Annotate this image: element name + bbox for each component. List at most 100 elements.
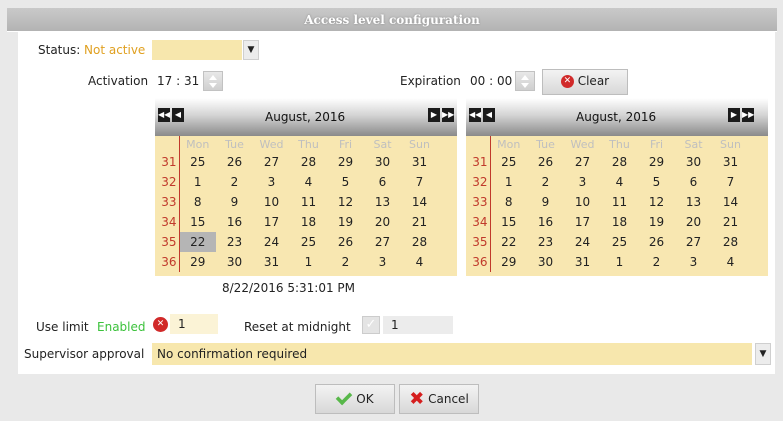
- prev-year-icon[interactable]: ◀◀: [158, 108, 170, 122]
- calendar-day[interactable]: 11: [290, 192, 327, 212]
- use-limit-input[interactable]: 1: [170, 314, 218, 334]
- calendar-day[interactable]: 30: [216, 252, 253, 272]
- calendar-day[interactable]: 1: [290, 252, 327, 272]
- calendar-day[interactable]: 1: [179, 172, 216, 192]
- calendar-day[interactable]: 23: [527, 232, 564, 252]
- calendar-day[interactable]: 1: [601, 252, 638, 272]
- calendar-day[interactable]: 29: [638, 152, 675, 172]
- calendar-day[interactable]: 28: [290, 152, 327, 172]
- calendar-day[interactable]: 20: [364, 212, 401, 232]
- calendar-day[interactable]: 25: [179, 152, 216, 172]
- status-dropdown[interactable]: [152, 40, 242, 60]
- calendar-day[interactable]: 4: [290, 172, 327, 192]
- calendar-day[interactable]: 19: [327, 212, 364, 232]
- calendar-day[interactable]: 28: [401, 232, 438, 252]
- calendar-day[interactable]: 24: [564, 232, 601, 252]
- calendar-day[interactable]: 23: [216, 232, 253, 252]
- calendar-day[interactable]: 2: [216, 172, 253, 192]
- calendar-day[interactable]: 25: [490, 152, 527, 172]
- calendar-day[interactable]: 30: [527, 252, 564, 272]
- calendar-day[interactable]: 3: [364, 252, 401, 272]
- calendar-day[interactable]: 14: [401, 192, 438, 212]
- calendar-day[interactable]: 15: [490, 212, 527, 232]
- reset-checkbox-icon[interactable]: ✓: [362, 316, 380, 334]
- calendar-day[interactable]: 4: [712, 252, 749, 272]
- calendar-day[interactable]: 10: [253, 192, 290, 212]
- calendar-day[interactable]: 21: [712, 212, 749, 232]
- calendar-day[interactable]: 16: [527, 212, 564, 232]
- calendar-day[interactable]: 9: [527, 192, 564, 212]
- prev-month-icon[interactable]: ◀: [172, 108, 184, 122]
- status-dropdown-arrow-icon[interactable]: ▼: [243, 40, 259, 60]
- calendar-day[interactable]: 26: [638, 232, 675, 252]
- spin-up-icon[interactable]: [209, 75, 217, 80]
- calendar-day[interactable]: 27: [364, 232, 401, 252]
- use-limit-toggle-icon[interactable]: ✕: [153, 317, 168, 332]
- spin-down-icon[interactable]: [521, 83, 529, 88]
- calendar-day[interactable]: 20: [675, 212, 712, 232]
- clear-button[interactable]: ✕ Clear: [542, 69, 628, 95]
- supervisor-dropdown-arrow-icon[interactable]: ▼: [755, 343, 771, 365]
- calendar-day[interactable]: 31: [401, 152, 438, 172]
- calendar-day[interactable]: 10: [564, 192, 601, 212]
- activation-time[interactable]: 17 : 31: [157, 74, 199, 88]
- calendar-day[interactable]: 19: [638, 212, 675, 232]
- next-month-icon[interactable]: ▶: [728, 108, 740, 122]
- calendar-day[interactable]: 29: [179, 252, 216, 272]
- calendar-day[interactable]: 17: [253, 212, 290, 232]
- calendar-day[interactable]: 13: [364, 192, 401, 212]
- calendar-day[interactable]: 28: [712, 232, 749, 252]
- calendar-day[interactable]: 3: [253, 172, 290, 192]
- expiration-spinner[interactable]: [515, 71, 535, 91]
- calendar-day[interactable]: 13: [675, 192, 712, 212]
- calendar-day[interactable]: 31: [564, 252, 601, 272]
- calendar-day[interactable]: 29: [327, 152, 364, 172]
- calendar-day[interactable]: 4: [401, 252, 438, 272]
- calendar-day[interactable]: 8: [490, 192, 527, 212]
- cancel-button[interactable]: ✖ Cancel: [399, 384, 479, 414]
- ok-button[interactable]: OK: [315, 384, 395, 414]
- calendar-day[interactable]: 30: [675, 152, 712, 172]
- calendar-day[interactable]: 15: [179, 212, 216, 232]
- calendar-day[interactable]: 27: [564, 152, 601, 172]
- calendar-day[interactable]: 17: [564, 212, 601, 232]
- calendar-day[interactable]: 18: [601, 212, 638, 232]
- calendar-day[interactable]: 2: [527, 172, 564, 192]
- prev-year-icon[interactable]: ◀◀: [469, 108, 481, 122]
- calendar-day[interactable]: 21: [401, 212, 438, 232]
- calendar-day[interactable]: 5: [638, 172, 675, 192]
- spin-up-icon[interactable]: [521, 75, 529, 80]
- calendar-day[interactable]: 12: [638, 192, 675, 212]
- activation-spinner[interactable]: [203, 71, 223, 91]
- supervisor-dropdown[interactable]: No confirmation required: [152, 343, 752, 365]
- calendar-day[interactable]: 6: [675, 172, 712, 192]
- calendar-day[interactable]: 22: [179, 232, 216, 252]
- calendar-day[interactable]: 3: [564, 172, 601, 192]
- calendar-day[interactable]: 28: [601, 152, 638, 172]
- reset-input[interactable]: 1: [383, 316, 453, 334]
- calendar-day[interactable]: 3: [675, 252, 712, 272]
- calendar-day[interactable]: 30: [364, 152, 401, 172]
- calendar-day[interactable]: 31: [712, 152, 749, 172]
- prev-month-icon[interactable]: ◀: [483, 108, 495, 122]
- calendar-day[interactable]: 7: [712, 172, 749, 192]
- calendar-day[interactable]: 27: [253, 152, 290, 172]
- calendar-day[interactable]: 26: [216, 152, 253, 172]
- calendar-day[interactable]: 22: [490, 232, 527, 252]
- calendar-day[interactable]: 26: [327, 232, 364, 252]
- spin-down-icon[interactable]: [209, 83, 217, 88]
- calendar-day[interactable]: 8: [179, 192, 216, 212]
- calendar-day[interactable]: 4: [601, 172, 638, 192]
- calendar-day[interactable]: 2: [327, 252, 364, 272]
- calendar-day[interactable]: 27: [675, 232, 712, 252]
- calendar-day[interactable]: 24: [253, 232, 290, 252]
- calendar-day[interactable]: 16: [216, 212, 253, 232]
- calendar-day[interactable]: 18: [290, 212, 327, 232]
- next-year-icon[interactable]: ▶▶: [742, 108, 754, 122]
- calendar-day[interactable]: 5: [327, 172, 364, 192]
- calendar-day[interactable]: 1: [490, 172, 527, 192]
- calendar-day[interactable]: 14: [712, 192, 749, 212]
- calendar-day[interactable]: 26: [527, 152, 564, 172]
- calendar-day[interactable]: 29: [490, 252, 527, 272]
- next-year-icon[interactable]: ▶▶: [442, 108, 454, 122]
